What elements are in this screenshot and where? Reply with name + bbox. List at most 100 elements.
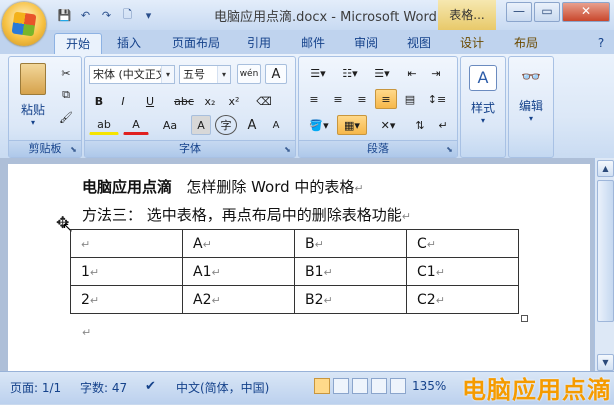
- highlight-button[interactable]: ab: [89, 115, 119, 135]
- tab-references[interactable]: 引用: [238, 33, 280, 54]
- table-cell[interactable]: C2↵: [406, 285, 519, 314]
- word-count[interactable]: 字数: 47: [80, 379, 127, 396]
- styles-button[interactable]: A 样式 ▾: [463, 61, 503, 131]
- strikethrough-button[interactable]: abc: [171, 91, 197, 111]
- font-name-dropdown[interactable]: 宋体 (中文正文 ▾: [89, 65, 175, 84]
- undo-icon[interactable]: ↶: [77, 7, 94, 24]
- clear-formatting-icon[interactable]: ⌫: [253, 91, 275, 111]
- dialog-launcher-icon[interactable]: ⬊: [282, 144, 293, 155]
- table-cell[interactable]: ↵: [70, 229, 183, 258]
- office-button[interactable]: [2, 2, 46, 46]
- italic-button[interactable]: I: [113, 91, 133, 111]
- grow-font-button[interactable]: A: [241, 115, 263, 135]
- chevron-down-icon: ▾: [528, 114, 533, 123]
- table-cell[interactable]: 2↵: [70, 285, 183, 314]
- table-cell[interactable]: A↵: [182, 229, 295, 258]
- paste-button[interactable]: 粘贴 ▾: [13, 61, 53, 131]
- tab-home[interactable]: 开始: [54, 33, 102, 55]
- shrink-font-button[interactable]: A: [265, 115, 287, 135]
- show-marks-icon[interactable]: ↵: [433, 115, 453, 135]
- tab-review[interactable]: 审阅: [345, 33, 387, 54]
- borders-icon[interactable]: ▦▾: [337, 115, 367, 135]
- print-layout-icon[interactable]: [314, 378, 330, 394]
- bullets-icon[interactable]: ☰▾: [303, 63, 333, 83]
- cut-icon[interactable]: ✂: [57, 63, 75, 83]
- draft-icon[interactable]: [390, 378, 406, 394]
- change-case-button[interactable]: Aa: [155, 115, 185, 135]
- tab-design[interactable]: 设计: [451, 33, 493, 54]
- vertical-scrollbar[interactable]: ▲ ▼: [594, 158, 614, 371]
- increase-indent-icon[interactable]: ⇥: [425, 63, 447, 83]
- customize-icon[interactable]: ▾: [140, 7, 157, 24]
- dialog-launcher-icon[interactable]: ⬊: [444, 144, 455, 155]
- multilevel-list-icon[interactable]: ☰▾: [367, 63, 397, 83]
- shading-icon[interactable]: 🪣▾: [303, 115, 335, 135]
- proofing-icon[interactable]: ✔: [145, 379, 156, 394]
- subscript-button[interactable]: x₂: [199, 91, 221, 111]
- copy-icon[interactable]: ⧉: [57, 85, 75, 105]
- tab-insert[interactable]: 插入: [108, 33, 150, 54]
- tab-layout[interactable]: 布局: [505, 33, 547, 54]
- doc-line-2[interactable]: 方法三： 选中表格，再点布局中的删除表格功能↵: [82, 204, 411, 225]
- numbering-icon[interactable]: ☷▾: [335, 63, 365, 83]
- cell-mark: ↵: [81, 237, 91, 251]
- bold-button[interactable]: B: [89, 91, 109, 111]
- scroll-up-icon[interactable]: ▲: [597, 160, 614, 177]
- paragraph-mark: ↵: [82, 326, 92, 339]
- phonetic-guide-button[interactable]: wén: [237, 64, 261, 84]
- chinese-layout-icon[interactable]: ✕▾: [373, 115, 403, 135]
- save-icon[interactable]: 💾: [56, 7, 73, 24]
- paragraph-group-label: 段落: [299, 140, 457, 157]
- doc-line-2-text: 方法三： 选中表格，再点布局中的删除表格功能: [82, 206, 402, 224]
- table-cell[interactable]: B2↵: [294, 285, 407, 314]
- format-painter-icon[interactable]: 🖌: [57, 107, 75, 127]
- table-cell[interactable]: C↵: [406, 229, 519, 258]
- view-buttons: [314, 378, 406, 394]
- table-resize-handle[interactable]: [521, 315, 528, 322]
- document-table[interactable]: ↵ A↵ B↵ C↵ 1↵ A1↵ B1↵ C1↵ 2↵ A2↵ B2↵ C2↵: [70, 229, 519, 314]
- enclose-chars-button[interactable]: 字: [215, 115, 237, 135]
- font-color-button[interactable]: A: [123, 115, 149, 135]
- underline-button[interactable]: U: [137, 91, 163, 111]
- maximize-button[interactable]: ▭: [534, 2, 560, 22]
- line-spacing-icon[interactable]: ↕≡: [423, 89, 451, 109]
- doc-line-1[interactable]: 电脑应用点滴 怎样删除 Word 中的表格↵: [82, 176, 364, 197]
- align-left-icon[interactable]: ≡: [303, 89, 325, 109]
- align-right-icon[interactable]: ≡: [351, 89, 373, 109]
- table-cell[interactable]: 1↵: [70, 257, 183, 286]
- cell-mark: ↵: [211, 293, 221, 307]
- justify-icon[interactable]: ≡: [375, 89, 397, 109]
- page-count[interactable]: 页面: 1/1: [10, 379, 61, 396]
- distributed-icon[interactable]: ▤: [399, 89, 421, 109]
- outline-icon[interactable]: [371, 378, 387, 394]
- decrease-indent-icon[interactable]: ⇤: [401, 63, 423, 83]
- language-status[interactable]: 中文(简体，中国): [176, 379, 269, 396]
- char-border-button[interactable]: A: [265, 64, 287, 84]
- table-cell[interactable]: A2↵: [182, 285, 295, 314]
- help-icon[interactable]: ?: [592, 33, 610, 54]
- table-cell[interactable]: B1↵: [294, 257, 407, 286]
- zoom-level[interactable]: 135%: [412, 379, 446, 393]
- redo-icon[interactable]: ↷: [98, 7, 115, 24]
- print-preview-icon[interactable]: 🗋: [119, 7, 136, 24]
- dialog-launcher-icon[interactable]: ⬊: [68, 144, 79, 155]
- align-center-icon[interactable]: ≡: [327, 89, 349, 109]
- scroll-thumb[interactable]: [597, 180, 614, 322]
- tab-mailings[interactable]: 邮件: [292, 33, 334, 54]
- table-cell[interactable]: C1↵: [406, 257, 519, 286]
- table-cell[interactable]: B↵: [294, 229, 407, 258]
- editing-button[interactable]: 👓 编辑 ▾: [511, 61, 551, 131]
- full-screen-reading-icon[interactable]: [333, 378, 349, 394]
- char-shading-button[interactable]: A: [191, 115, 211, 135]
- close-button[interactable]: ✕: [562, 2, 610, 22]
- web-layout-icon[interactable]: [352, 378, 368, 394]
- font-size-dropdown[interactable]: 五号 ▾: [179, 65, 231, 84]
- tab-page-layout[interactable]: 页面布局: [165, 33, 227, 54]
- minimize-button[interactable]: —: [506, 2, 532, 22]
- scroll-down-icon[interactable]: ▼: [597, 354, 614, 371]
- tab-view[interactable]: 视图: [398, 33, 440, 54]
- table-cell[interactable]: A1↵: [182, 257, 295, 286]
- sort-icon[interactable]: ⇅: [409, 115, 431, 135]
- superscript-button[interactable]: x²: [223, 91, 245, 111]
- clipboard-icon: [20, 63, 46, 95]
